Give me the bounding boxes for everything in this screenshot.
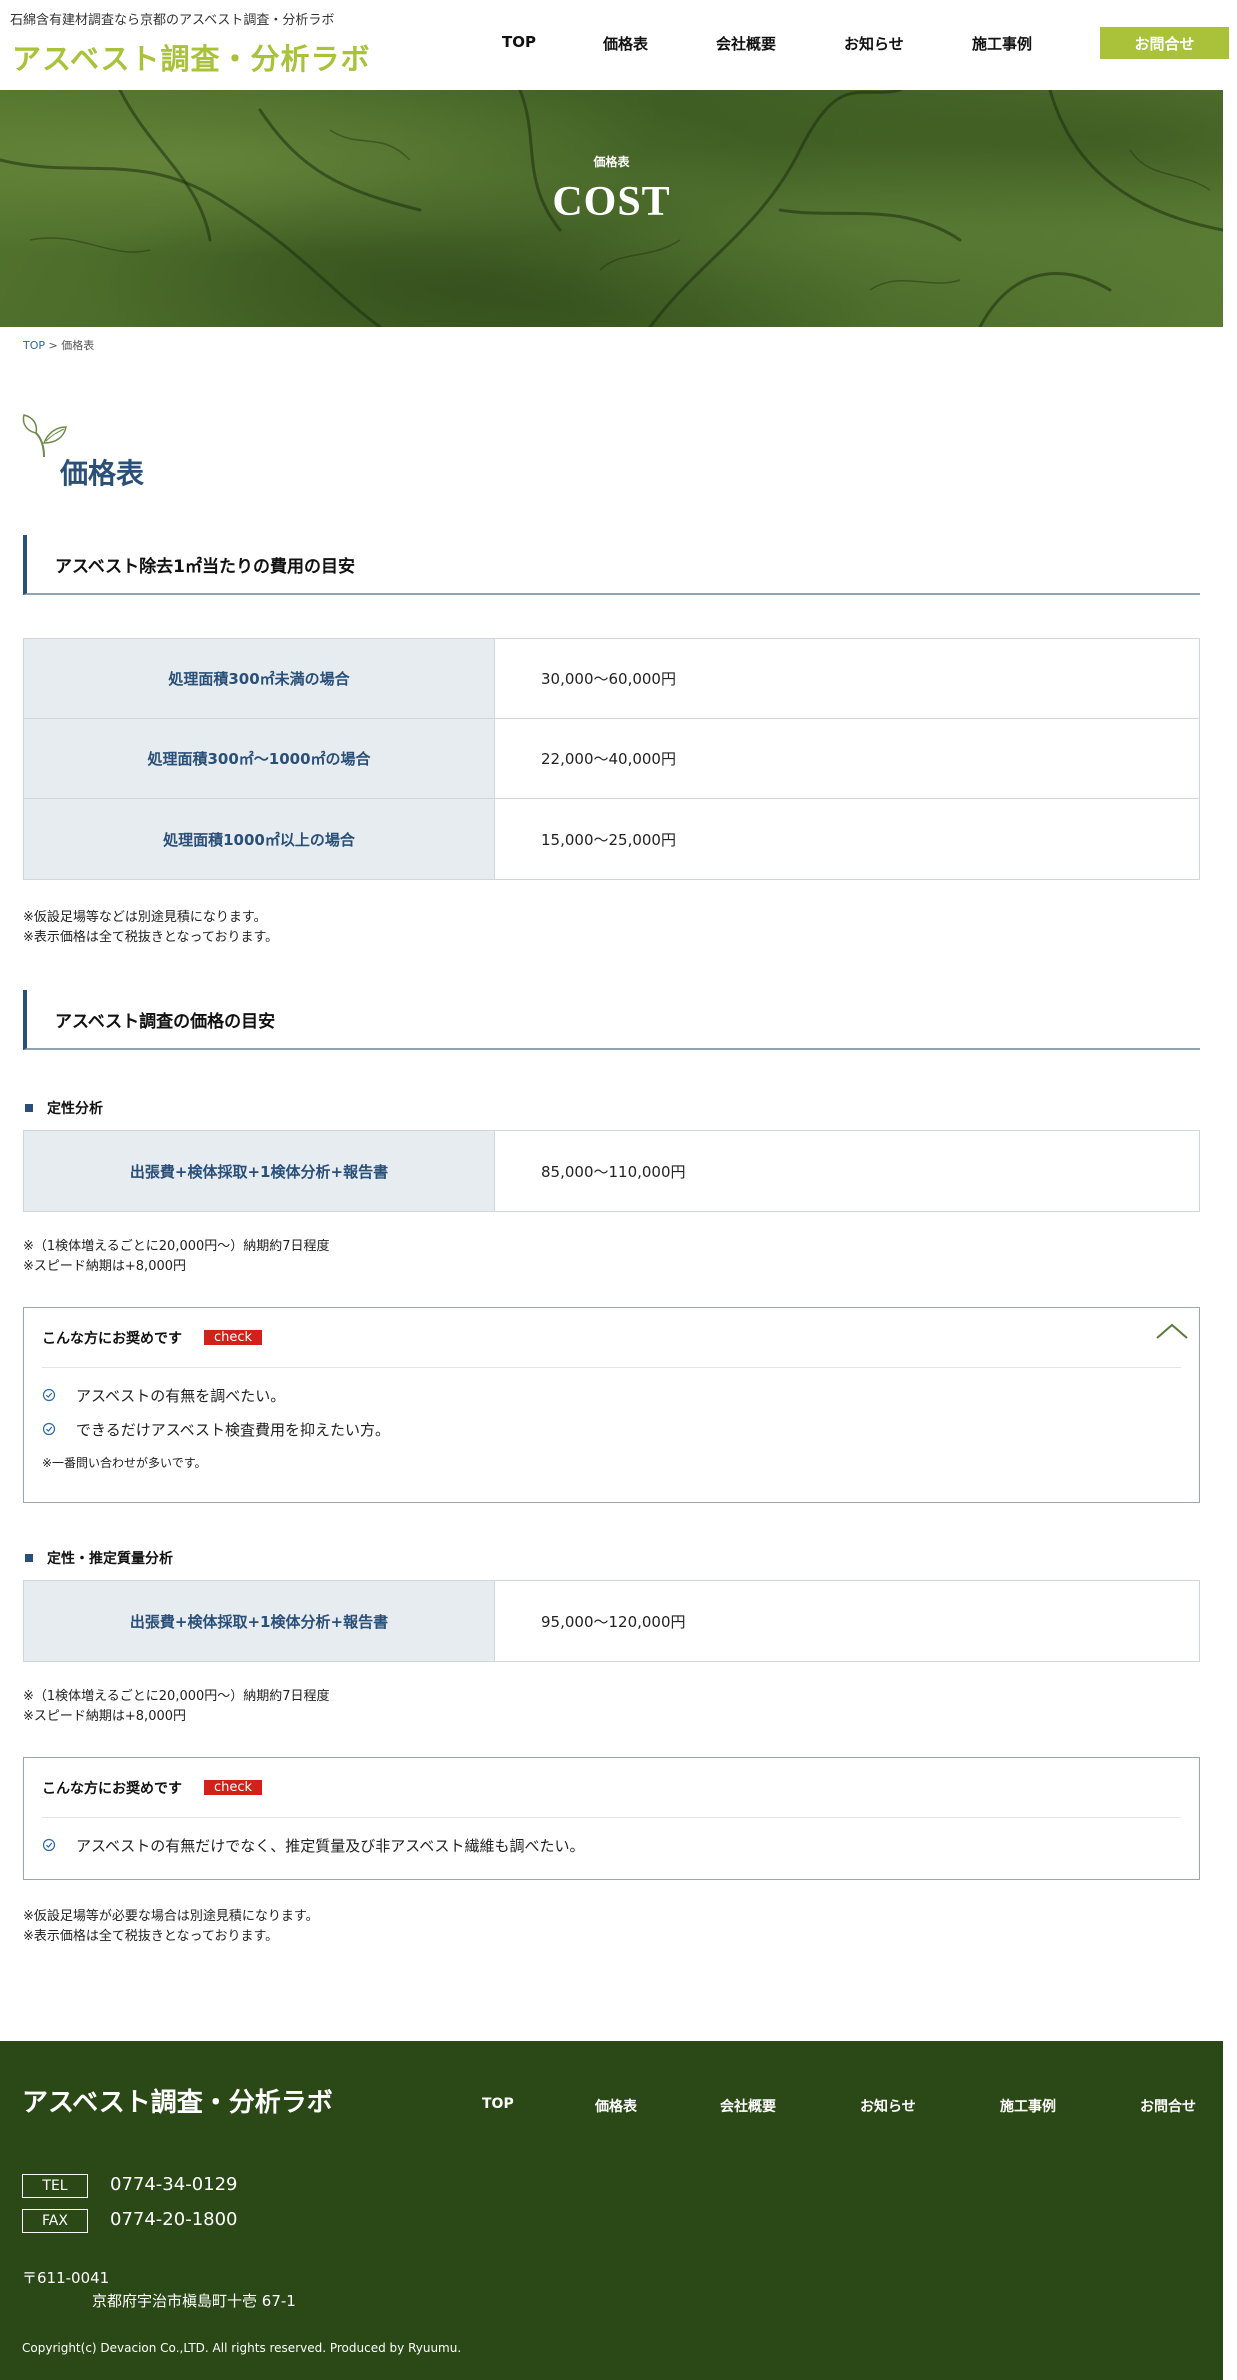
tel-number[interactable]: 0774-34-0129 (110, 2174, 238, 2195)
site-footer: アスベスト調査・分析ラボ TOP 価格表 会社概要 お知らせ 施工事例 お問合せ… (0, 2041, 1223, 2380)
site-tagline: 石綿含有建材調査なら京都のアスベスト調査・分析ラボ (10, 13, 335, 28)
note-line: ※（1検体増えるごとに20,000円～）納期約7日程度 (23, 1239, 330, 1254)
note-line: ※スピード納期は+8,000円 (23, 1259, 187, 1274)
table-row-label: 処理面積300㎡～1000㎡の場合 (24, 719, 495, 798)
hero-title: COST (552, 179, 671, 225)
check-circle-icon (42, 1838, 56, 1852)
recommend-header: こんな方にお奨めです check (42, 1758, 1181, 1818)
list-item: アスベストの有無だけでなく、推定質量及び非アスベスト繊維も調べたい。 (42, 1828, 1181, 1862)
nav-company[interactable]: 会社概要 (716, 33, 776, 54)
note-line: ※仮設足場等などは別途見積になります。 (23, 910, 267, 925)
recommend-title: こんな方にお奨めです (42, 1330, 182, 1347)
table-row: 処理面積1000㎡以上の場合 15,000～25,000円 (24, 799, 1199, 879)
qualitative-recommend-box: こんな方にお奨めです check アスベストの有無を調べたい。 できるだけアスベ… (23, 1307, 1200, 1503)
removal-section-heading: アスベスト除去1㎡当たりの費用の目安 (23, 535, 1200, 595)
list-item-text: アスベストの有無だけでなく、推定質量及び非アスベスト繊維も調べたい。 (76, 1836, 585, 1855)
note-line: ※表示価格は全て税抜きとなっております。 (23, 1929, 279, 1944)
table-row-label: 出張費+検体採取+1検体分析+報告書 (24, 1581, 495, 1661)
final-notes: ※仮設足場等が必要な場合は別途見積になります。 ※表示価格は全て税抜きとなってお… (23, 1907, 319, 1947)
quantitative-title: 定性・推定質量分析 (47, 1551, 173, 1567)
list-item-text: できるだけアスベスト検査費用を抑えたい方。 (76, 1420, 390, 1439)
table-row-value: 85,000～110,000円 (541, 1162, 686, 1181)
nav-works[interactable]: 施工事例 (972, 33, 1032, 54)
postal-code: 〒611-0041 (22, 2269, 110, 2287)
removal-notes: ※仮設足場等などは別途見積になります。 ※表示価格は全て税抜きとなっております。 (23, 908, 278, 948)
table-row-label: 処理面積1000㎡以上の場合 (24, 799, 495, 879)
recommend-header: こんな方にお奨めです check (42, 1308, 1188, 1368)
removal-price-table: 処理面積300㎡未満の場合 30,000～60,000円 処理面積300㎡～10… (23, 638, 1200, 880)
breadcrumb: TOP > 価格表 (23, 337, 94, 353)
survey-section-heading: アスベスト調査の価格の目安 (23, 990, 1200, 1050)
chevron-up-icon[interactable] (1155, 1322, 1189, 1340)
recommend-list: アスベストの有無だけでなく、推定質量及び非アスベスト繊維も調べたい。 (42, 1828, 1181, 1862)
qualitative-notes: ※（1検体増えるごとに20,000円～）納期約7日程度 ※スピード納期は+8,0… (23, 1237, 330, 1277)
table-row-value: 22,000～40,000円 (541, 750, 676, 768)
table-row-label: 処理面積300㎡未満の場合 (24, 639, 495, 718)
qualitative-price-table: 出張費+検体採取+1検体分析+報告書 85,000～110,000円 (23, 1130, 1200, 1212)
address: 京都府宇治市槇島町十壱 67-1 (92, 2292, 296, 2310)
footer-nav-contact[interactable]: お問合せ (1140, 2096, 1196, 2116)
qualitative-subheading: 定性分析 (25, 1098, 103, 1118)
footer-nav-company[interactable]: 会社概要 (720, 2096, 776, 2116)
note-line: ※仮設足場等が必要な場合は別途見積になります。 (23, 1909, 319, 1924)
nav-news[interactable]: お知らせ (844, 33, 904, 54)
list-item-text: アスベストの有無を調べたい。 (76, 1386, 286, 1405)
table-row: 出張費+検体採取+1検体分析+報告書 85,000～110,000円 (24, 1131, 1199, 1211)
table-row: 処理面積300㎡～1000㎡の場合 22,000～40,000円 (24, 719, 1199, 799)
footer-logo[interactable]: アスベスト調査・分析ラボ (22, 2082, 333, 2119)
table-row: 処理面積300㎡未満の場合 30,000～60,000円 (24, 639, 1199, 719)
hero-banner: 価格表 COST (0, 90, 1223, 327)
recommend-list: アスベストの有無を調べたい。 できるだけアスベスト検査費用を抑えたい方。 (42, 1378, 1181, 1446)
nav-contact-button[interactable]: お問合せ (1100, 27, 1229, 59)
quantitative-price-table: 出張費+検体採取+1検体分析+報告書 95,000～120,000円 (23, 1580, 1200, 1662)
breadcrumb-current: 価格表 (61, 339, 95, 352)
nav-top[interactable]: TOP (502, 33, 536, 51)
footer-nav-price[interactable]: 価格表 (595, 2096, 637, 2116)
table-row-value: 15,000～25,000円 (541, 830, 676, 849)
table-row-value: 95,000～120,000円 (541, 1612, 686, 1631)
check-badge: check (204, 1780, 263, 1795)
check-badge: check (204, 1330, 263, 1345)
check-circle-icon (42, 1422, 56, 1436)
recommend-note: ※一番問い合わせが多いです。 (42, 1456, 207, 1470)
fax-number: 0774-20-1800 (110, 2209, 238, 2230)
note-line: ※表示価格は全て税抜きとなっております。 (23, 930, 279, 945)
quantitative-recommend-box: こんな方にお奨めです check アスベストの有無だけでなく、推定質量及び非アス… (23, 1757, 1200, 1880)
square-bullet-icon (25, 1554, 33, 1562)
footer-nav-news[interactable]: お知らせ (860, 2096, 916, 2116)
list-item: アスベストの有無を調べたい。 (42, 1378, 1181, 1412)
nav-price[interactable]: 価格表 (603, 33, 648, 54)
breadcrumb-separator: > (48, 339, 58, 352)
page-title: 価格表 (60, 457, 145, 490)
recommend-title: こんな方にお奨めです (42, 1780, 182, 1797)
tel-label: TEL (22, 2174, 88, 2198)
copyright: Copyright(c) Devacion Co.,LTD. All right… (22, 2341, 462, 2355)
footer-nav-top[interactable]: TOP (482, 2096, 514, 2112)
quantitative-subheading: 定性・推定質量分析 (25, 1548, 173, 1568)
breadcrumb-home-link[interactable]: TOP (23, 339, 45, 352)
footer-nav-works[interactable]: 施工事例 (1000, 2096, 1056, 2116)
fax-label: FAX (22, 2209, 88, 2233)
quantitative-notes: ※（1検体増えるごとに20,000円～）納期約7日程度 ※スピード納期は+8,0… (23, 1687, 330, 1727)
note-line: ※スピード納期は+8,000円 (23, 1709, 187, 1724)
check-circle-icon (42, 1388, 56, 1402)
square-bullet-icon (25, 1104, 33, 1112)
qualitative-title: 定性分析 (47, 1101, 103, 1117)
table-row-value: 30,000～60,000円 (541, 670, 676, 688)
site-header: 石綿含有建材調査なら京都のアスベスト調査・分析ラボ アスベスト調査・分析ラボ T… (0, 0, 1237, 90)
list-item: できるだけアスベスト検査費用を抑えたい方。 (42, 1412, 1181, 1446)
table-row-label: 出張費+検体採取+1検体分析+報告書 (24, 1131, 495, 1211)
table-row: 出張費+検体採取+1検体分析+報告書 95,000～120,000円 (24, 1581, 1199, 1661)
site-logo[interactable]: アスベスト調査・分析ラボ (12, 36, 371, 78)
hero-subtitle: 価格表 (593, 155, 630, 169)
note-line: ※（1検体増えるごとに20,000円～）納期約7日程度 (23, 1689, 330, 1704)
